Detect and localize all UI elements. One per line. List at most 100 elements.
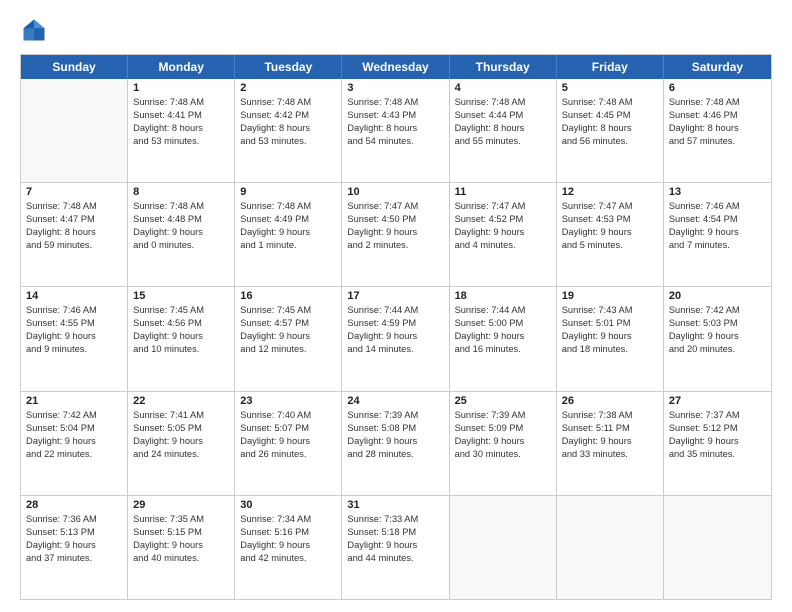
day-info: Sunrise: 7:48 AMSunset: 4:47 PMDaylight:… — [26, 200, 122, 252]
calendar-cell: 24 Sunrise: 7:39 AMSunset: 5:08 PMDayligh… — [342, 392, 449, 495]
day-number: 11 — [455, 186, 551, 198]
calendar-row: 21 Sunrise: 7:42 AMSunset: 5:04 PMDayligh… — [21, 392, 771, 496]
logo — [20, 16, 52, 44]
day-info: Sunrise: 7:37 AMSunset: 5:12 PMDaylight:… — [669, 409, 766, 461]
calendar-cell: 22 Sunrise: 7:41 AMSunset: 5:05 PMDayligh… — [128, 392, 235, 495]
calendar-cell: 5 Sunrise: 7:48 AMSunset: 4:45 PMDaylight… — [557, 79, 664, 182]
day-number: 27 — [669, 395, 766, 407]
day-info: Sunrise: 7:45 AMSunset: 4:57 PMDaylight:… — [240, 304, 336, 356]
day-number: 19 — [562, 290, 658, 302]
calendar-cell: 27 Sunrise: 7:37 AMSunset: 5:12 PMDayligh… — [664, 392, 771, 495]
day-number: 15 — [133, 290, 229, 302]
day-number: 25 — [455, 395, 551, 407]
calendar-cell: 30Sunrise: 7:34 AMSunset: 5:16 PMDayligh… — [235, 496, 342, 599]
calendar-cell: 23Sunrise: 7:40 AMSunset: 5:07 PMDayligh… — [235, 392, 342, 495]
calendar-cell: 6 Sunrise: 7:48 AMSunset: 4:46 PMDaylight… — [664, 79, 771, 182]
calendar-cell: 16 Sunrise: 7:45 AMSunset: 4:57 PMDayligh… — [235, 287, 342, 390]
calendar-cell: 7Sunrise: 7:48 AMSunset: 4:47 PMDaylight… — [21, 183, 128, 286]
calendar-body: 1 Sunrise: 7:48 AMSunset: 4:41 PMDaylight… — [21, 79, 771, 599]
day-info: Sunrise: 7:47 AMSunset: 4:53 PMDaylight:… — [562, 200, 658, 252]
day-number: 17 — [347, 290, 443, 302]
calendar-cell: 20 Sunrise: 7:42 AMSunset: 5:03 PMDayligh… — [664, 287, 771, 390]
calendar-cell: 1 Sunrise: 7:48 AMSunset: 4:41 PMDaylight… — [128, 79, 235, 182]
calendar-cell — [21, 79, 128, 182]
calendar-header-cell: Saturday — [664, 55, 771, 79]
day-info: Sunrise: 7:39 AMSunset: 5:08 PMDaylight:… — [347, 409, 443, 461]
calendar-cell: 19 Sunrise: 7:43 AMSunset: 5:01 PMDayligh… — [557, 287, 664, 390]
day-info: Sunrise: 7:46 AMSunset: 4:55 PMDaylight:… — [26, 304, 122, 356]
calendar-cell: 29 Sunrise: 7:35 AMSunset: 5:15 PMDayligh… — [128, 496, 235, 599]
day-number: 22 — [133, 395, 229, 407]
day-info: Sunrise: 7:36 AMSunset: 5:13 PMDaylight:… — [26, 513, 122, 565]
day-info: Sunrise: 7:47 AMSunset: 4:50 PMDaylight:… — [347, 200, 443, 252]
calendar-header-cell: Thursday — [450, 55, 557, 79]
calendar-cell: 14 Sunrise: 7:46 AMSunset: 4:55 PMDayligh… — [21, 287, 128, 390]
calendar-header-cell: Tuesday — [235, 55, 342, 79]
day-info: Sunrise: 7:39 AMSunset: 5:09 PMDaylight:… — [455, 409, 551, 461]
day-number: 9 — [240, 186, 336, 198]
calendar-cell: 31 Sunrise: 7:33 AMSunset: 5:18 PMDayligh… — [342, 496, 449, 599]
calendar-cell: 9 Sunrise: 7:48 AMSunset: 4:49 PMDaylight… — [235, 183, 342, 286]
day-number: 12 — [562, 186, 658, 198]
day-info: Sunrise: 7:46 AMSunset: 4:54 PMDaylight:… — [669, 200, 766, 252]
calendar-cell: 11Sunrise: 7:47 AMSunset: 4:52 PMDayligh… — [450, 183, 557, 286]
page: SundayMondayTuesdayWednesdayThursdayFrid… — [0, 0, 792, 612]
day-info: Sunrise: 7:48 AMSunset: 4:46 PMDaylight:… — [669, 96, 766, 148]
calendar-row: 7Sunrise: 7:48 AMSunset: 4:47 PMDaylight… — [21, 183, 771, 287]
day-number: 2 — [240, 82, 336, 94]
calendar-row: 14 Sunrise: 7:46 AMSunset: 4:55 PMDayligh… — [21, 287, 771, 391]
day-info: Sunrise: 7:48 AMSunset: 4:49 PMDaylight:… — [240, 200, 336, 252]
day-info: Sunrise: 7:44 AMSunset: 5:00 PMDaylight:… — [455, 304, 551, 356]
day-number: 24 — [347, 395, 443, 407]
day-info: Sunrise: 7:42 AMSunset: 5:03 PMDaylight:… — [669, 304, 766, 356]
day-number: 26 — [562, 395, 658, 407]
day-number: 13 — [669, 186, 766, 198]
calendar-header-row: SundayMondayTuesdayWednesdayThursdayFrid… — [21, 55, 771, 79]
calendar-cell — [450, 496, 557, 599]
day-number: 14 — [26, 290, 122, 302]
day-number: 31 — [347, 499, 443, 511]
calendar-cell: 26 Sunrise: 7:38 AMSunset: 5:11 PMDayligh… — [557, 392, 664, 495]
calendar-cell: 2 Sunrise: 7:48 AMSunset: 4:42 PMDaylight… — [235, 79, 342, 182]
day-number: 8 — [133, 186, 229, 198]
day-info: Sunrise: 7:33 AMSunset: 5:18 PMDaylight:… — [347, 513, 443, 565]
day-info: Sunrise: 7:43 AMSunset: 5:01 PMDaylight:… — [562, 304, 658, 356]
calendar-cell: 15 Sunrise: 7:45 AMSunset: 4:56 PMDayligh… — [128, 287, 235, 390]
day-info: Sunrise: 7:44 AMSunset: 4:59 PMDaylight:… — [347, 304, 443, 356]
day-info: Sunrise: 7:35 AMSunset: 5:15 PMDaylight:… — [133, 513, 229, 565]
logo-icon — [20, 16, 48, 44]
calendar-cell: 10 Sunrise: 7:47 AMSunset: 4:50 PMDayligh… — [342, 183, 449, 286]
day-info: Sunrise: 7:45 AMSunset: 4:56 PMDaylight:… — [133, 304, 229, 356]
day-info: Sunrise: 7:48 AMSunset: 4:44 PMDaylight:… — [455, 96, 551, 148]
day-number: 29 — [133, 499, 229, 511]
day-number: 16 — [240, 290, 336, 302]
day-number: 4 — [455, 82, 551, 94]
calendar-cell — [557, 496, 664, 599]
calendar-cell: 3Sunrise: 7:48 AMSunset: 4:43 PMDaylight… — [342, 79, 449, 182]
day-info: Sunrise: 7:41 AMSunset: 5:05 PMDaylight:… — [133, 409, 229, 461]
day-number: 5 — [562, 82, 658, 94]
day-info: Sunrise: 7:48 AMSunset: 4:48 PMDaylight:… — [133, 200, 229, 252]
day-info: Sunrise: 7:48 AMSunset: 4:42 PMDaylight:… — [240, 96, 336, 148]
day-number: 6 — [669, 82, 766, 94]
calendar-row: 28 Sunrise: 7:36 AMSunset: 5:13 PMDayligh… — [21, 496, 771, 599]
calendar-cell: 17 Sunrise: 7:44 AMSunset: 4:59 PMDayligh… — [342, 287, 449, 390]
day-info: Sunrise: 7:48 AMSunset: 4:45 PMDaylight:… — [562, 96, 658, 148]
day-number: 21 — [26, 395, 122, 407]
day-number: 20 — [669, 290, 766, 302]
day-number: 10 — [347, 186, 443, 198]
day-info: Sunrise: 7:38 AMSunset: 5:11 PMDaylight:… — [562, 409, 658, 461]
header — [20, 16, 772, 44]
calendar-header-cell: Monday — [128, 55, 235, 79]
calendar-header-cell: Sunday — [21, 55, 128, 79]
day-number: 3 — [347, 82, 443, 94]
day-info: Sunrise: 7:40 AMSunset: 5:07 PMDaylight:… — [240, 409, 336, 461]
day-info: Sunrise: 7:48 AMSunset: 4:41 PMDaylight:… — [133, 96, 229, 148]
day-info: Sunrise: 7:42 AMSunset: 5:04 PMDaylight:… — [26, 409, 122, 461]
calendar-cell: 28 Sunrise: 7:36 AMSunset: 5:13 PMDayligh… — [21, 496, 128, 599]
day-number: 18 — [455, 290, 551, 302]
day-number: 28 — [26, 499, 122, 511]
day-number: 30 — [240, 499, 336, 511]
day-number: 1 — [133, 82, 229, 94]
calendar-cell: 13 Sunrise: 7:46 AMSunset: 4:54 PMDayligh… — [664, 183, 771, 286]
